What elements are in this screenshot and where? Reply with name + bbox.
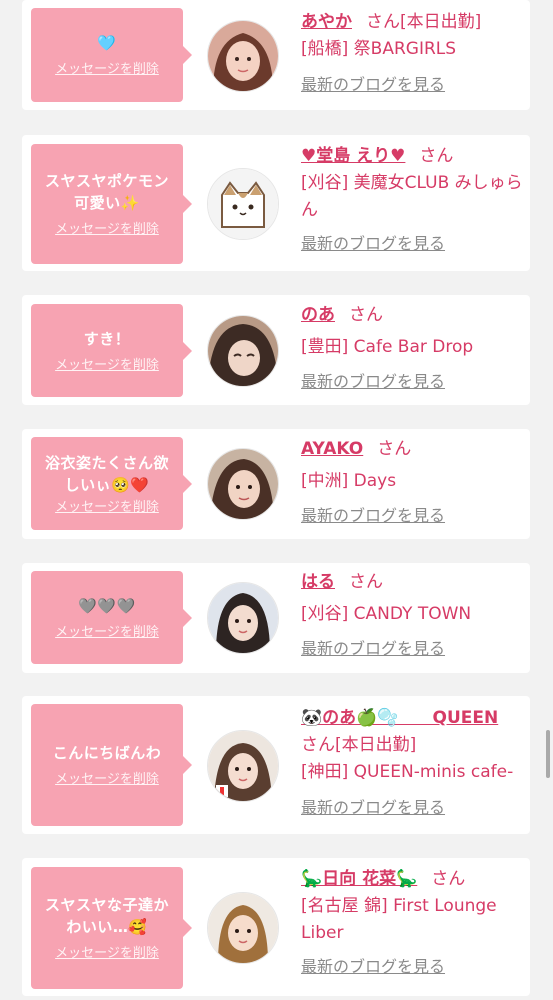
latest-blog-link[interactable]: 最新のブログを見る	[301, 639, 445, 658]
message-bubble: スヤスヤポケモン可愛い✨ メッセージを削除	[31, 144, 192, 264]
message-text: こんにちばんわ	[52, 744, 162, 762]
avatar-photo-icon	[208, 583, 278, 653]
avatar[interactable]	[207, 315, 279, 387]
avatar-photo-icon	[208, 316, 278, 386]
cast-info: 🦕日向 花菜🦕 さん [名古屋 錦] First Lounge Liber 最新の…	[301, 866, 523, 981]
avatar[interactable]	[207, 892, 279, 964]
message-card: スヤスヤな子達かわいい…🥰 メッセージを削除 🦕日向 花菜🦕 さん [名古屋 錦]…	[22, 858, 530, 996]
avatar[interactable]	[207, 582, 279, 654]
cat-illustration-icon	[208, 169, 278, 239]
cast-info: 🐼のあ🍏🫧 QUEEN さん[本日出勤] [神田] QUEEN-minis ca…	[301, 705, 523, 822]
message-card: 🩶🩶🩶 メッセージを削除 はる さん [刈谷] CANDY TOWN 最新のブログ…	[22, 563, 530, 673]
delete-message-link[interactable]: メッセージを削除	[55, 500, 159, 516]
honorific: さん	[431, 869, 466, 889]
honorific: さん	[366, 12, 400, 32]
shop-name: [神田] QUEEN-minis cafe-	[301, 762, 514, 782]
message-text: 浴衣姿たくさん欲しいぃ🥺❤️	[44, 453, 169, 494]
latest-blog-link[interactable]: 最新のブログを見る	[301, 372, 445, 391]
latest-blog-link[interactable]: 最新のブログを見る	[301, 957, 445, 976]
message-bubble: こんにちばんわ メッセージを削除	[31, 704, 192, 826]
delete-message-link[interactable]: メッセージを削除	[55, 772, 159, 788]
avatar-photo-icon	[208, 21, 278, 91]
honorific: さん	[349, 572, 383, 592]
delete-message-link[interactable]: メッセージを削除	[55, 62, 159, 78]
cast-name-link[interactable]: 🐼のあ🍏🫧 QUEEN	[301, 708, 498, 728]
shop-name: [刈谷] CANDY TOWN	[301, 604, 472, 624]
message-card: スヤスヤポケモン可愛い✨ メッセージを削除 ♥堂島 えり♥ さん [刈谷] 美魔女…	[22, 135, 530, 271]
message-text: スヤスヤな子達かわいい…🥰	[44, 896, 169, 936]
message-card: 🩵 メッセージを削除 あやか さん[本日出勤] [船橋] 祭BARGIRLS 最新…	[22, 0, 530, 110]
work-status: [本日出勤]	[335, 735, 417, 755]
message-card: すき！ メッセージを削除 のあ さん [豊田] Cafe Bar Drop 最新の…	[22, 295, 530, 405]
shop-name: [刈谷] 美魔女CLUB みしゅらん	[301, 173, 523, 220]
cast-name-link[interactable]: 🦕日向 花菜🦕	[301, 869, 417, 889]
shop-name: [名古屋 錦] First Lounge Liber	[301, 896, 497, 943]
message-bubble: すき！ メッセージを削除	[31, 304, 192, 397]
message-bubble: 🩵 メッセージを削除	[31, 8, 192, 102]
cast-name-link[interactable]: あやか	[301, 12, 352, 32]
shop-name: [豊田] Cafe Bar Drop	[301, 337, 474, 357]
message-text: すき！	[83, 329, 131, 348]
cast-info: はる さん [刈谷] CANDY TOWN 最新のブログを見る	[301, 569, 523, 663]
latest-blog-link[interactable]: 最新のブログを見る	[301, 75, 445, 94]
avatar[interactable]	[207, 168, 279, 240]
cast-info: のあ さん [豊田] Cafe Bar Drop 最新のブログを見る	[301, 302, 523, 396]
cast-name-link[interactable]: はる	[301, 572, 335, 592]
delete-message-link[interactable]: メッセージを削除	[55, 946, 159, 962]
cast-info: ♥堂島 えり♥ さん [刈谷] 美魔女CLUB みしゅらん 最新のブログを見る	[301, 143, 523, 258]
message-bubble: 浴衣姿たくさん欲しいぃ🥺❤️ メッセージを削除	[31, 437, 192, 530]
shop-name: [船橋] 祭BARGIRLS	[301, 39, 457, 59]
avatar[interactable]	[207, 20, 279, 92]
shop-name: [中洲] Days	[301, 471, 397, 491]
avatar-photo-icon	[208, 449, 278, 519]
honorific: さん	[419, 146, 454, 166]
honorific: さん	[377, 439, 412, 459]
work-status: [本日出勤]	[400, 12, 482, 32]
scrollbar[interactable]	[546, 730, 550, 778]
latest-blog-link[interactable]: 最新のブログを見る	[301, 234, 445, 253]
latest-blog-link[interactable]: 最新のブログを見る	[301, 798, 445, 817]
cast-info: あやか さん[本日出勤] [船橋] 祭BARGIRLS 最新のブログを見る	[301, 9, 523, 99]
avatar-photo-icon	[208, 731, 278, 801]
avatar[interactable]	[207, 448, 279, 520]
avatar[interactable]	[207, 730, 279, 802]
message-text: スヤスヤポケモン可愛い✨	[44, 172, 169, 212]
cast-name-link[interactable]: ♥堂島 えり♥	[301, 146, 405, 166]
message-card: こんにちばんわ メッセージを削除 🐼のあ🍏🫧 QUEEN さん[本日出勤] [神…	[22, 696, 530, 834]
delete-message-link[interactable]: メッセージを削除	[55, 625, 159, 641]
message-bubble: スヤスヤな子達かわいい…🥰 メッセージを削除	[31, 867, 192, 989]
cast-name-link[interactable]: のあ	[301, 305, 335, 325]
honorific: さん	[349, 305, 383, 325]
honorific: さん	[301, 735, 335, 755]
cast-name-link[interactable]: AYAKO	[301, 439, 363, 459]
message-text: 🩶🩶🩶	[78, 596, 136, 615]
message-bubble: 🩶🩶🩶 メッセージを削除	[31, 571, 192, 664]
latest-blog-link[interactable]: 最新のブログを見る	[301, 506, 445, 525]
message-card: 浴衣姿たくさん欲しいぃ🥺❤️ メッセージを削除 AYAKO さん [中洲] Day…	[22, 429, 530, 539]
message-text: 🩵	[97, 34, 117, 52]
cast-info: AYAKO さん [中洲] Days 最新のブログを見る	[301, 436, 523, 530]
delete-message-link[interactable]: メッセージを削除	[55, 358, 159, 374]
avatar-photo-icon	[208, 893, 278, 963]
delete-message-link[interactable]: メッセージを削除	[55, 222, 159, 238]
